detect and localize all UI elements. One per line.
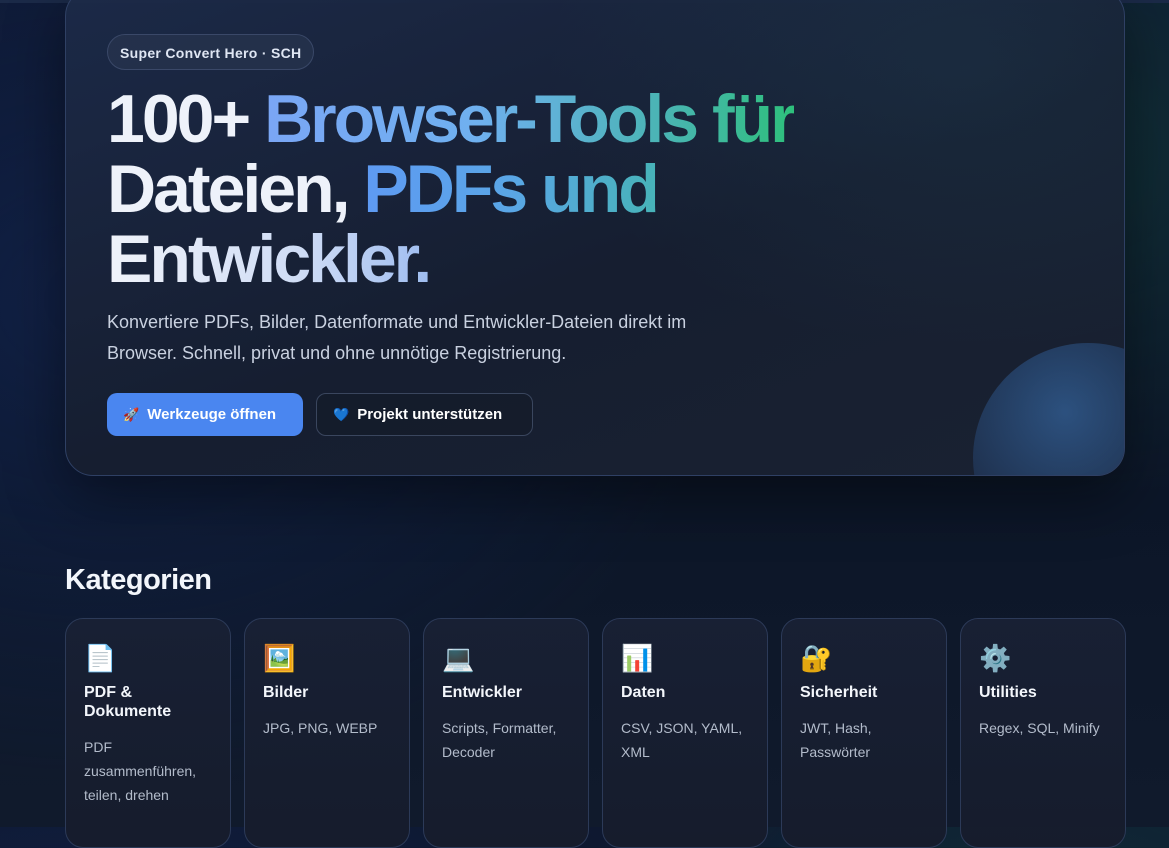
image-icon: 🖼️	[263, 643, 296, 673]
support-project-button[interactable]: 💙 Projekt unterstützen	[316, 393, 533, 436]
laptop-icon: 💻	[442, 643, 475, 673]
category-card-developer[interactable]: 💻 Entwickler Scripts, Formatter, Decoder	[423, 618, 589, 848]
title-part-files: Dateien,	[107, 151, 364, 227]
hero-title: 100+ Browser-Tools für Dateien, PDFs und…	[107, 84, 867, 294]
category-card-utilities[interactable]: ⚙️ Utilities Regex, SQL, Minify	[960, 618, 1126, 848]
category-description: JWT, Hash, Passwörter	[800, 720, 872, 760]
category-description: JPG, PNG, WEBP	[263, 720, 378, 736]
categories-heading: Kategorien	[65, 564, 212, 596]
category-name: PDF & Dokumente	[84, 684, 172, 720]
category-name: Bilder	[263, 684, 309, 701]
category-description: Scripts, Formatter, Decoder	[442, 720, 557, 760]
category-card-pdf[interactable]: 📄 PDF & Dokumente PDF zusammenführen, te…	[65, 618, 231, 848]
category-description: CSV, JSON, YAML, XML	[621, 720, 743, 760]
category-card-security[interactable]: 🔐 Sicherheit JWT, Hash, Passwörter	[781, 618, 947, 848]
brand-badge: Super Convert Hero · SCH	[107, 34, 315, 70]
category-description: PDF zusammenführen, teilen, drehen	[84, 739, 197, 803]
document-icon: 📄	[84, 643, 117, 673]
hero-panel: Super Convert Hero · SCH 100+ Browser-To…	[65, 0, 1125, 476]
category-name: Utilities	[979, 684, 1037, 701]
lock-icon: 🔐	[800, 643, 833, 673]
title-part-count: 100+	[107, 81, 265, 157]
open-tools-button[interactable]: 🚀 Werkzeuge öffnen	[107, 393, 303, 436]
blue-heart-icon: 💙	[333, 406, 350, 422]
rocket-icon: 🚀	[123, 406, 140, 422]
category-card-images[interactable]: 🖼️ Bilder JPG, PNG, WEBP	[244, 618, 410, 848]
open-tools-label: Werkzeuge öffnen	[147, 406, 277, 423]
support-project-label: Projekt unterstützen	[357, 406, 503, 423]
title-part-tools: Browser-Tools für	[264, 81, 797, 157]
chart-icon: 📊	[621, 643, 654, 673]
decorative-orb	[973, 343, 1124, 475]
title-part-pdfs: PDFs und	[363, 151, 659, 227]
category-card-data[interactable]: 📊 Daten CSV, JSON, YAML, XML	[602, 618, 768, 848]
category-name: Sicherheit	[800, 684, 878, 701]
title-part-devs: Entwickler.	[107, 221, 432, 297]
category-description: Regex, SQL, Minify	[979, 720, 1100, 736]
gear-icon: ⚙️	[979, 643, 1012, 673]
category-name: Daten	[621, 684, 666, 701]
hero-description: Konvertiere PDFs, Bilder, Datenformate u…	[107, 312, 687, 363]
category-name: Entwickler	[442, 684, 523, 701]
